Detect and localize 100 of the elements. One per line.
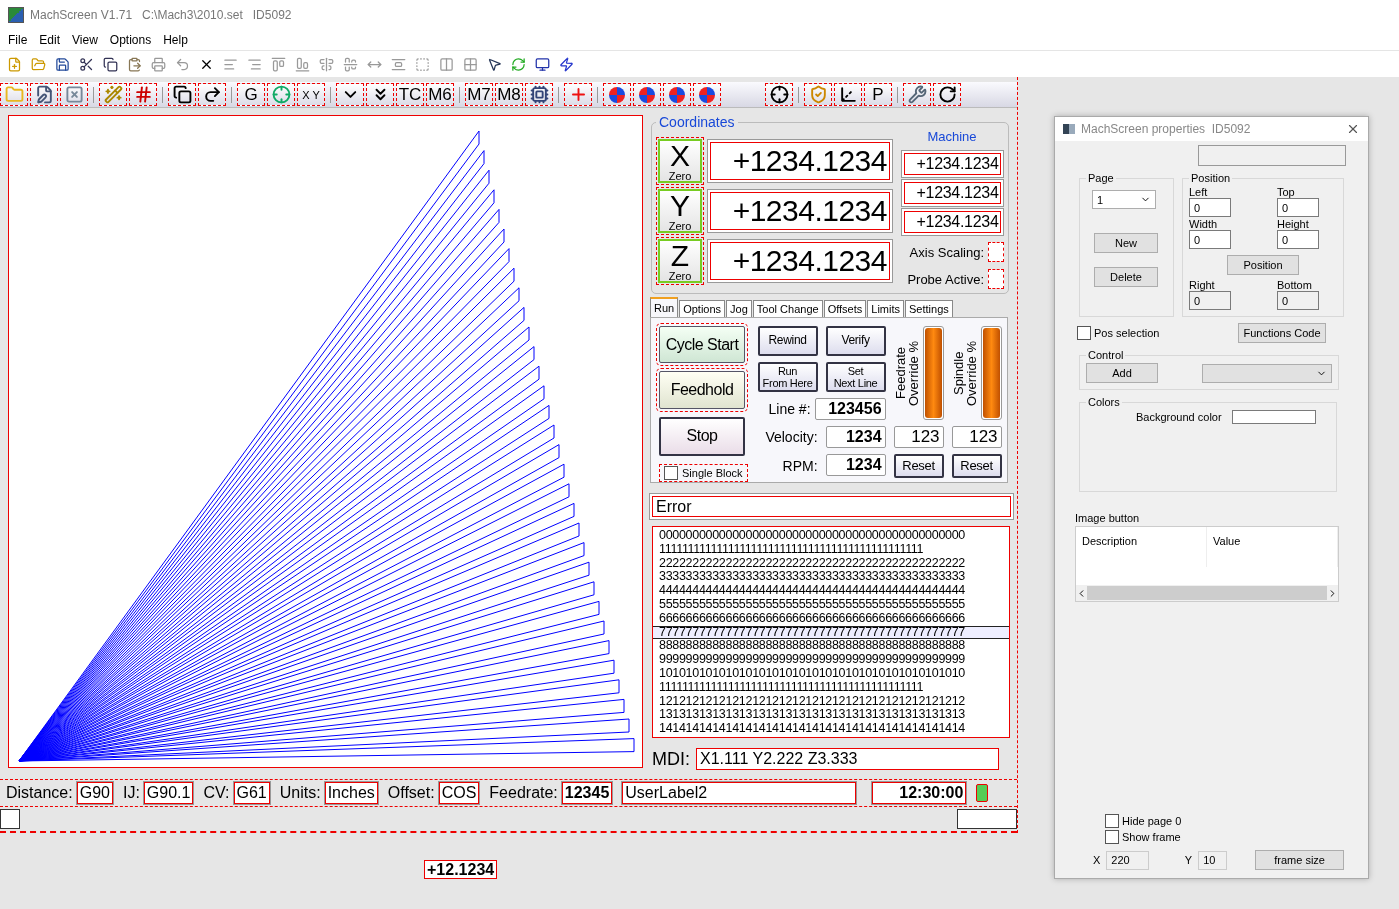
feedhold-button[interactable]: Feedhold bbox=[659, 371, 745, 409]
undo-icon[interactable] bbox=[174, 56, 190, 72]
toolbar-button[interactable] bbox=[765, 83, 793, 106]
name-field[interactable] bbox=[1198, 145, 1346, 166]
new-button[interactable]: New bbox=[1094, 233, 1158, 253]
toolbar-button[interactable] bbox=[168, 83, 196, 106]
tab[interactable]: Run bbox=[650, 297, 679, 317]
input-field[interactable]: 0 bbox=[1277, 291, 1319, 310]
zero-axis-button[interactable]: Z Zero bbox=[658, 239, 702, 283]
tab[interactable]: Offsets bbox=[823, 300, 867, 317]
menu-item[interactable]: File bbox=[2, 33, 34, 47]
gcode-line[interactable]: 1111111111111111111111111111111111111111111111 bbox=[653, 542, 1009, 557]
gcode-line[interactable]: 1313131313131313131313131313131313131313131313 bbox=[653, 708, 1009, 723]
close-icon[interactable] bbox=[1346, 122, 1360, 136]
checkbox[interactable] bbox=[1105, 830, 1119, 844]
new-file-icon[interactable] bbox=[6, 56, 22, 72]
align-top-icon[interactable] bbox=[270, 56, 286, 72]
gcode-line[interactable]: 1010101010101010101010101010101010101010101010 bbox=[653, 666, 1009, 681]
center-vertical-icon[interactable] bbox=[318, 56, 334, 72]
reset-button[interactable]: Reset bbox=[893, 454, 944, 478]
toolbar-button[interactable]: TC bbox=[396, 83, 424, 106]
toolbar-button[interactable] bbox=[366, 83, 394, 106]
color-field[interactable] bbox=[1231, 410, 1316, 424]
toolbar-button[interactable] bbox=[336, 83, 364, 106]
verify-button[interactable]: Verify bbox=[825, 326, 886, 356]
toolbar-button[interactable] bbox=[693, 83, 721, 106]
checkbox[interactable] bbox=[1105, 814, 1119, 828]
tab[interactable]: Options bbox=[679, 300, 726, 317]
gcode-line[interactable]: 2222222222222222222222222222222222222222222222 bbox=[653, 556, 1009, 571]
run-from-here-button[interactable]: Run From Here bbox=[757, 362, 818, 392]
gcode-line[interactable]: 4444444444444444444444444444444444444444444444 bbox=[653, 584, 1009, 598]
zero-axis-button[interactable]: Y Zero bbox=[658, 189, 702, 233]
input-field[interactable]: 0 bbox=[1189, 291, 1231, 310]
gcode-line[interactable]: 6666666666666666666666666666666666666666666666 bbox=[653, 611, 1009, 626]
space-vertical-icon[interactable] bbox=[390, 56, 406, 72]
single-block-checkbox[interactable]: Single Block bbox=[659, 464, 748, 482]
input-field[interactable]: 0 bbox=[1189, 230, 1231, 249]
save-icon[interactable] bbox=[54, 56, 70, 72]
page-select[interactable]: 1 bbox=[1092, 190, 1156, 209]
menu-item[interactable]: View bbox=[66, 33, 104, 47]
input-field[interactable]: 220 bbox=[1106, 850, 1149, 870]
toolbar-button[interactable]: M6 bbox=[426, 83, 454, 106]
tab[interactable]: Settings bbox=[905, 300, 953, 317]
menu-item[interactable]: Edit bbox=[33, 33, 67, 47]
toolbar-button[interactable] bbox=[834, 83, 862, 106]
grid-icon[interactable] bbox=[462, 56, 478, 72]
tab[interactable]: Jog bbox=[726, 300, 752, 317]
menu-item[interactable]: Help bbox=[157, 33, 194, 47]
set-next-line-button[interactable]: Set Next Line bbox=[825, 362, 886, 392]
gcode-line[interactable]: 0000000000000000000000000000000000000000000000 bbox=[653, 529, 1009, 543]
screen-icon[interactable] bbox=[534, 56, 550, 72]
center-horizontal-icon[interactable] bbox=[342, 56, 358, 72]
input-field[interactable]: 10 bbox=[1198, 850, 1228, 870]
toolbar-button[interactable] bbox=[933, 83, 961, 106]
input-field[interactable]: 0 bbox=[1189, 198, 1231, 217]
menu-item[interactable]: Options bbox=[103, 33, 158, 47]
toolbar-button[interactable] bbox=[663, 83, 691, 106]
refresh-icon[interactable] bbox=[510, 56, 526, 72]
functions-code-button[interactable]: Functions Code bbox=[1238, 323, 1326, 343]
gcode-line[interactable]: 5555555555555555555555555555555555555555555555 bbox=[653, 598, 1009, 612]
folder-icon[interactable] bbox=[30, 56, 46, 72]
gcode-line[interactable]: 1212121212121212121212121212121212121212121212 bbox=[653, 694, 1009, 709]
input-field[interactable]: 0 bbox=[1277, 230, 1319, 249]
gcode-line[interactable]: 1414141414141414141414141414141414141414141414 bbox=[653, 722, 1009, 736]
toolbar-button[interactable] bbox=[30, 83, 58, 106]
gcode-line[interactable]: 8888888888888888888888888888888888888888888888 bbox=[653, 639, 1009, 654]
zero-axis-button[interactable]: X Zero bbox=[658, 139, 702, 183]
toolbar-button[interactable] bbox=[603, 83, 631, 106]
copy-icon[interactable] bbox=[102, 56, 118, 72]
reset-button[interactable]: Reset bbox=[951, 454, 1002, 478]
align-left-icon[interactable] bbox=[222, 56, 238, 72]
mdi-field[interactable]: X1.111 Y2.222 Z3.333 bbox=[696, 748, 999, 770]
printer-icon[interactable] bbox=[150, 56, 166, 72]
add-button[interactable]: Add bbox=[1086, 363, 1158, 383]
toolbar-button[interactable] bbox=[198, 83, 226, 106]
horizontal-scrollbar[interactable] bbox=[1076, 585, 1338, 601]
toolbar-button[interactable]: P bbox=[864, 83, 892, 106]
gcode-line[interactable]: 9999999999999999999999999999999999999999999999 bbox=[653, 653, 1009, 667]
toolbar-button[interactable]: G bbox=[237, 83, 265, 106]
pointer-icon[interactable] bbox=[486, 56, 502, 72]
paste-icon[interactable] bbox=[126, 56, 142, 72]
rewind-button[interactable]: Rewind bbox=[757, 326, 818, 356]
stop-button[interactable]: Stop bbox=[659, 416, 745, 456]
frame-size-button[interactable]: frame size bbox=[1255, 850, 1344, 870]
toolbar-button[interactable]: X Y bbox=[297, 83, 325, 106]
cut-icon[interactable] bbox=[78, 56, 94, 72]
checkbox[interactable] bbox=[664, 466, 678, 480]
gcode-line[interactable]: 1111111111111111111111111111111111111111111111 bbox=[653, 680, 1009, 695]
align-bottom-icon[interactable] bbox=[294, 56, 310, 72]
toolbar-button[interactable] bbox=[633, 83, 661, 106]
position-button[interactable]: Position bbox=[1227, 255, 1299, 275]
tab[interactable]: Limits bbox=[867, 300, 905, 317]
align-right-icon[interactable] bbox=[246, 56, 262, 72]
gcode-line[interactable]: 3333333333333333333333333333333333333333333333 bbox=[653, 570, 1009, 585]
toolbar-button[interactable]: M8 bbox=[495, 83, 523, 106]
tab[interactable]: Tool Change bbox=[752, 300, 823, 317]
input-field[interactable]: 0 bbox=[1277, 198, 1319, 217]
delete-button[interactable]: Delete bbox=[1094, 267, 1158, 287]
checkbox[interactable] bbox=[1077, 326, 1091, 340]
toolbar-button[interactable]: M7 bbox=[465, 83, 493, 106]
